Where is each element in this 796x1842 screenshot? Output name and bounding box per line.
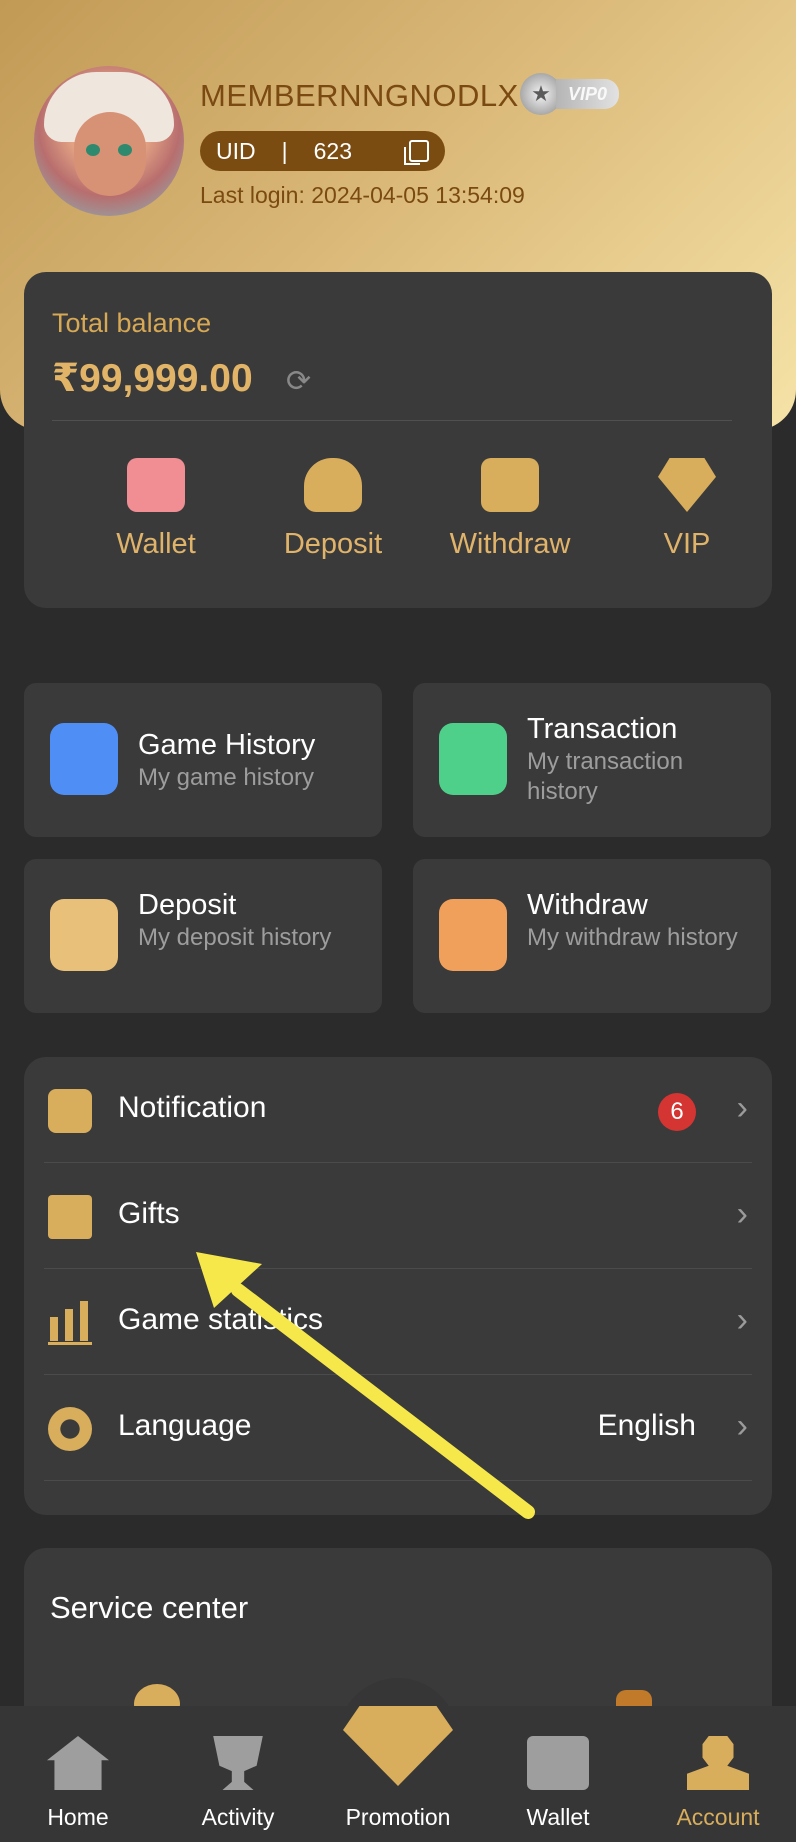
- menu-item-label: Language: [118, 1409, 252, 1442]
- nav-label: Account: [676, 1804, 760, 1830]
- nav-home[interactable]: Home: [3, 1736, 153, 1831]
- transaction-icon: [439, 723, 507, 795]
- tile-title: Transaction: [527, 713, 678, 745]
- chevron-right-icon: ›: [736, 1089, 748, 1127]
- deposit-history-tile[interactable]: Deposit My deposit history: [24, 859, 382, 1013]
- home-icon: [47, 1736, 109, 1790]
- deposit-history-icon: [50, 899, 118, 971]
- settings-menu: Notification 6 › Gifts › Game statistics…: [24, 1057, 772, 1515]
- chevron-right-icon: ›: [736, 1407, 748, 1445]
- divider: [52, 420, 732, 421]
- account-icon: [687, 1736, 749, 1790]
- tile-title: Deposit: [138, 889, 237, 921]
- nav-account[interactable]: Account: [643, 1736, 793, 1831]
- quick-action-vip[interactable]: VIP: [607, 458, 767, 561]
- nav-promotion[interactable]: Promotion: [323, 1706, 473, 1831]
- vip-gem-icon: [658, 458, 716, 512]
- quick-action-deposit[interactable]: Deposit: [253, 458, 413, 561]
- quick-action-wallet[interactable]: Wallet: [76, 458, 236, 561]
- withdraw-card-icon: [481, 458, 539, 512]
- uid-value: 623: [313, 137, 352, 164]
- game-history-tile[interactable]: Game History My game history: [24, 683, 382, 837]
- service-center-title: Service center: [50, 1590, 249, 1625]
- game-history-icon: [50, 723, 118, 795]
- chevron-right-icon: ›: [736, 1301, 748, 1339]
- uid-pill[interactable]: UID | 623: [200, 131, 445, 171]
- gift-icon: [48, 1195, 92, 1239]
- notification-count-badge: 6: [658, 1093, 696, 1131]
- envelope-icon: [48, 1089, 92, 1133]
- quick-action-label: Withdraw: [449, 528, 571, 560]
- tile-subtitle: My deposit history: [138, 924, 332, 951]
- vip-badge: ★ VIP0: [520, 72, 620, 116]
- deposit-bag-icon: [304, 458, 362, 512]
- avatar[interactable]: [34, 66, 184, 216]
- language-value: English: [597, 1409, 696, 1442]
- uid-separator: |: [281, 137, 288, 164]
- quick-action-label: Wallet: [116, 528, 196, 560]
- copy-icon[interactable]: [404, 140, 429, 165]
- tile-subtitle: My withdraw history: [527, 924, 738, 951]
- bar-chart-icon: [48, 1301, 92, 1345]
- nav-label: Wallet: [526, 1804, 590, 1830]
- balance-label: Total balance: [52, 308, 212, 338]
- wallet-nav-icon: [527, 1736, 589, 1790]
- quick-action-withdraw[interactable]: Withdraw: [430, 458, 590, 561]
- tile-subtitle: My transaction history: [527, 748, 684, 805]
- menu-item-language[interactable]: Language English ›: [44, 1375, 752, 1481]
- tile-title: Game History: [138, 729, 316, 761]
- transaction-tile[interactable]: Transaction My transaction history: [413, 683, 771, 837]
- quick-action-label: Deposit: [283, 528, 383, 560]
- bottom-navigation: Home Activity Promotion Wallet Account: [0, 1706, 796, 1842]
- refresh-icon[interactable]: ⟳: [286, 364, 311, 399]
- tile-subtitle: My game history: [138, 764, 315, 791]
- chevron-right-icon: ›: [736, 1195, 748, 1233]
- withdraw-history-tile[interactable]: Withdraw My withdraw history: [413, 859, 771, 1013]
- uid-label: UID: [216, 137, 256, 164]
- tile-title: Withdraw: [527, 889, 648, 921]
- wallet-icon: [127, 458, 185, 512]
- nav-activity[interactable]: Activity: [163, 1736, 313, 1831]
- menu-item-label: Notification: [118, 1091, 267, 1124]
- nav-label: Home: [47, 1804, 109, 1830]
- nav-label: Activity: [201, 1804, 275, 1830]
- menu-item-label: Gifts: [118, 1197, 180, 1230]
- menu-item-label: Game statistics: [118, 1303, 324, 1336]
- balance-amount: ₹99,999.00: [52, 357, 253, 400]
- username: MEMBERNNGNODLX: [200, 78, 519, 113]
- nav-wallet[interactable]: Wallet: [483, 1736, 633, 1831]
- quick-action-label: VIP: [663, 528, 711, 560]
- menu-item-gifts[interactable]: Gifts ›: [44, 1163, 752, 1269]
- withdraw-history-icon: [439, 899, 507, 971]
- balance-card: Total balance ₹99,999.00 ⟳ Wallet Deposi…: [24, 272, 772, 608]
- menu-item-notification[interactable]: Notification 6 ›: [44, 1057, 752, 1163]
- nav-label: Promotion: [345, 1804, 451, 1830]
- globe-icon: [48, 1407, 92, 1451]
- promotion-diamond-icon: [343, 1706, 453, 1786]
- last-login: Last login: 2024-04-05 13:54:09: [200, 182, 525, 208]
- vip-level-label: VIP0: [556, 79, 620, 109]
- trophy-icon: [213, 1736, 263, 1790]
- menu-item-game-statistics[interactable]: Game statistics ›: [44, 1269, 752, 1375]
